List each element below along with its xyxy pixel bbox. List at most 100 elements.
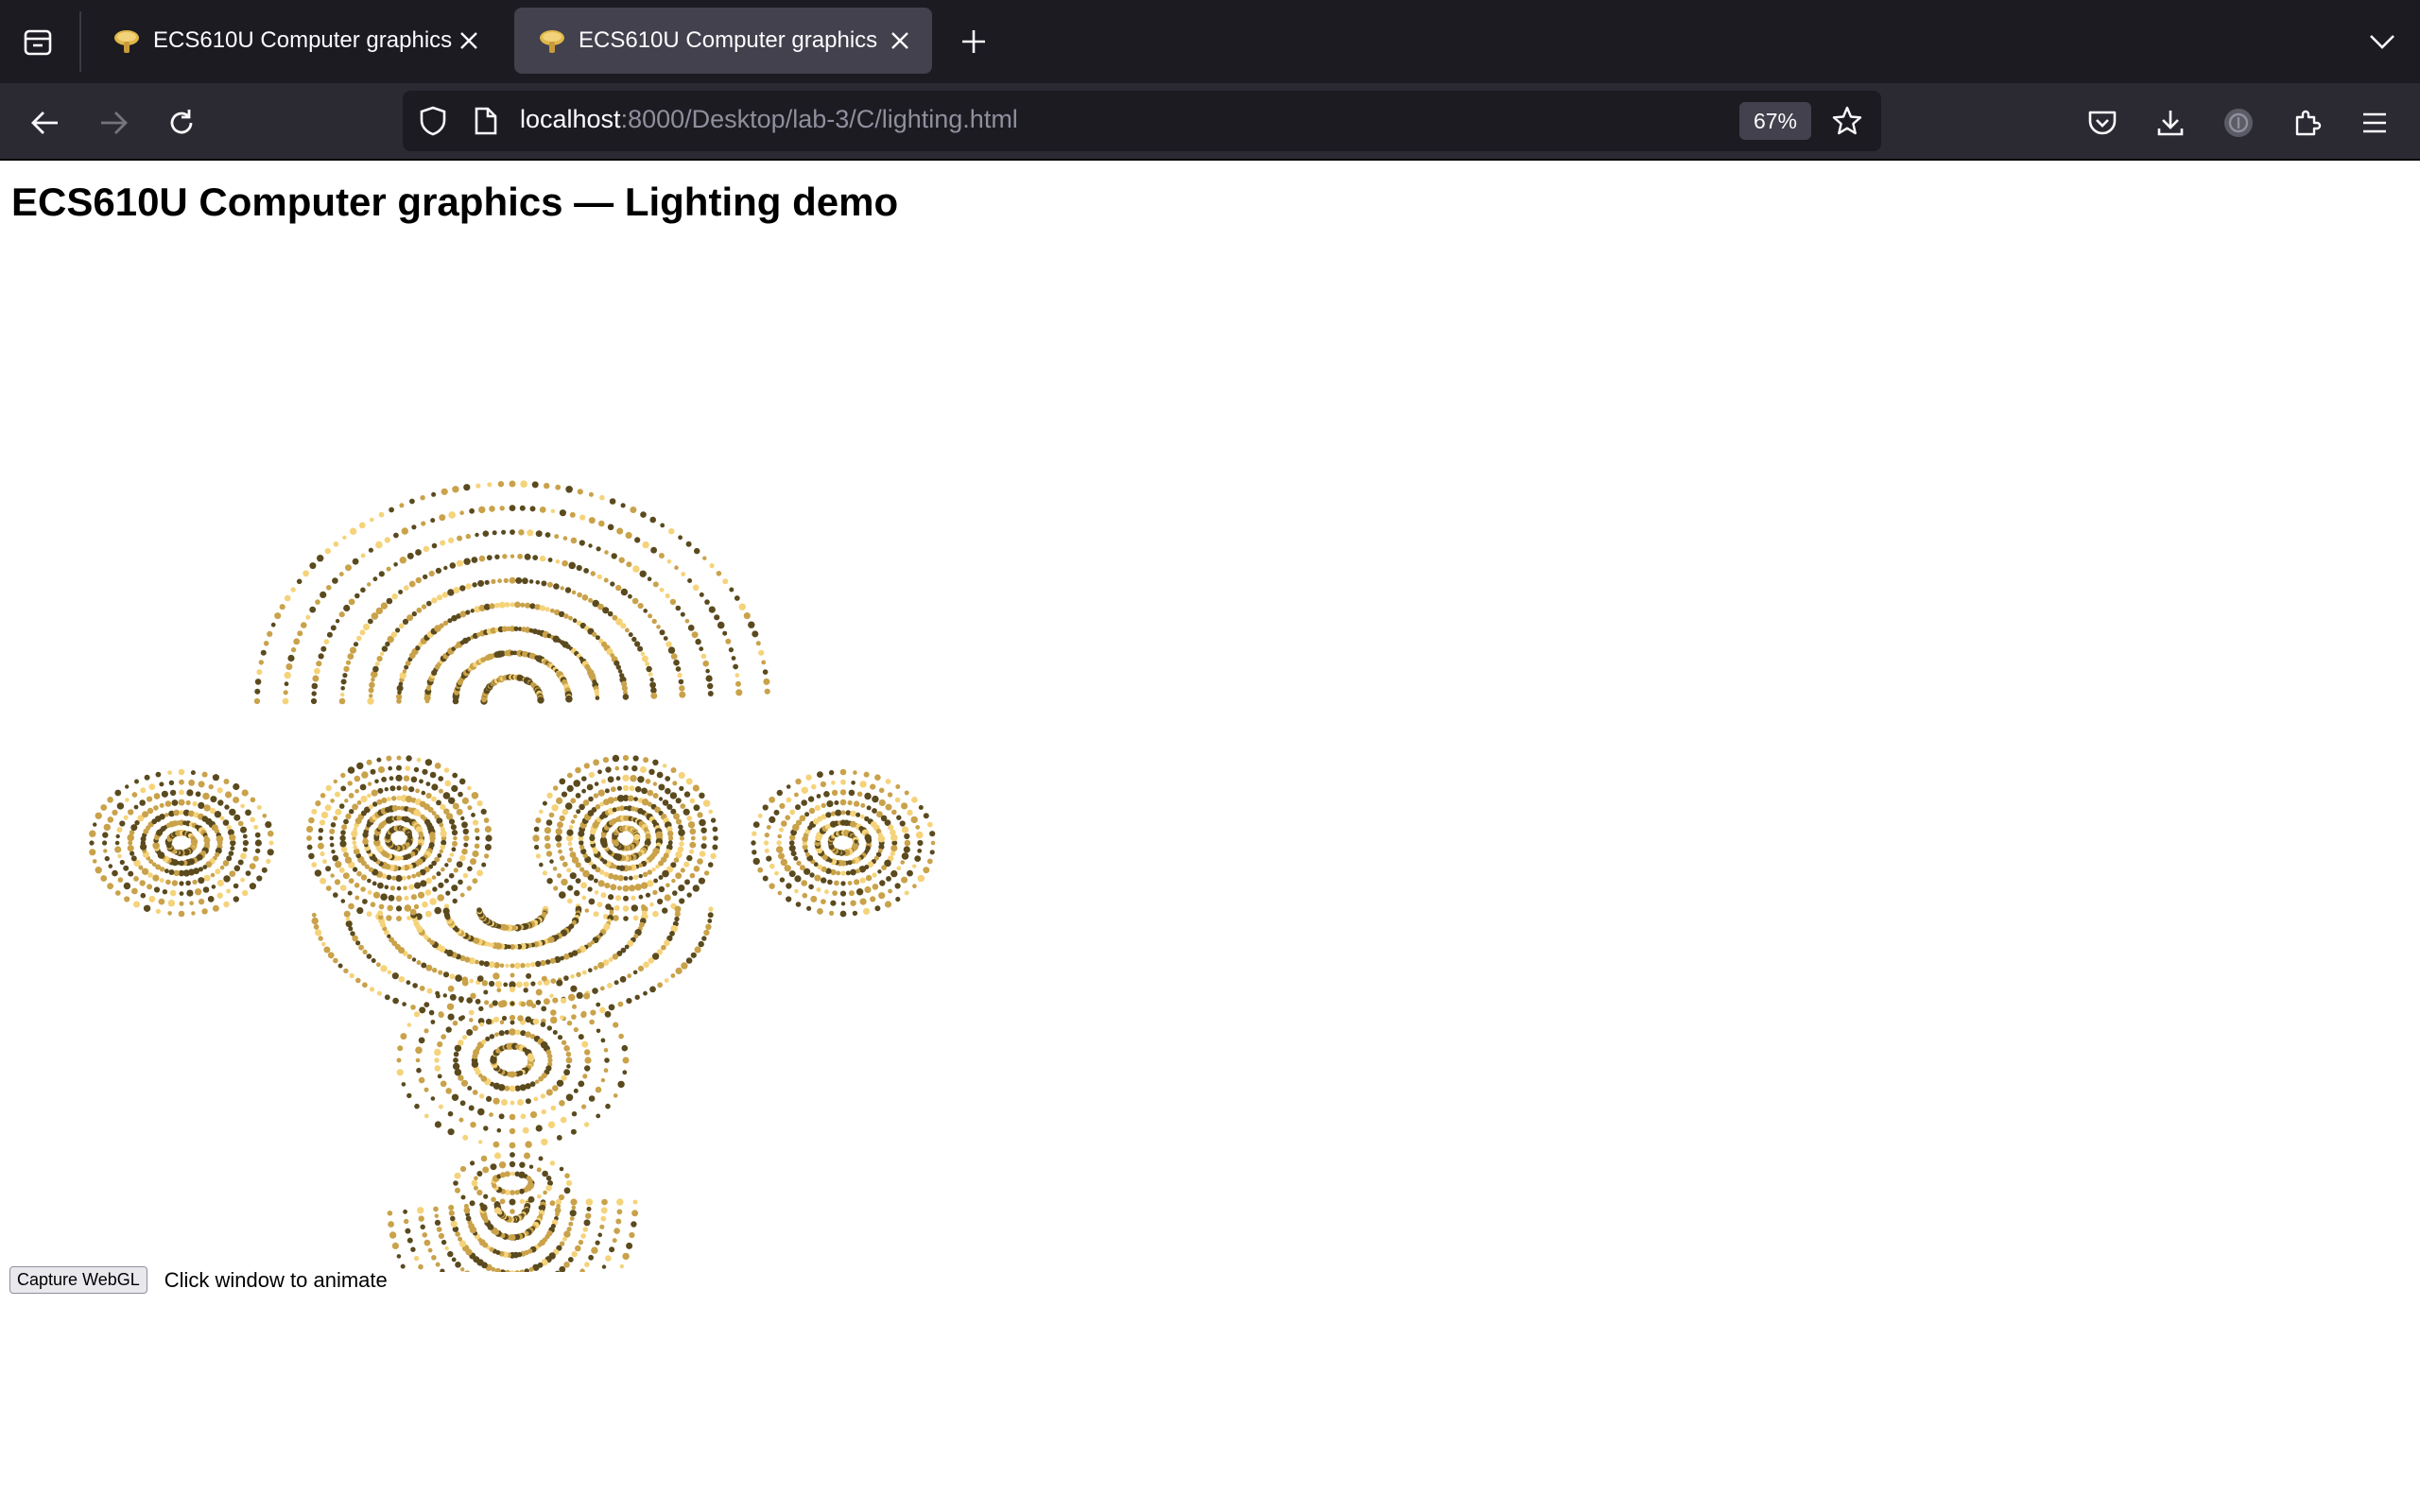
model-point <box>501 1099 508 1106</box>
tab-active[interactable]: ECS610U Computer graphics <box>514 8 932 74</box>
model-point <box>252 855 259 862</box>
reload-button[interactable] <box>159 100 204 146</box>
model-point <box>216 787 223 794</box>
close-tab-icon[interactable] <box>885 26 915 56</box>
close-tab-icon[interactable] <box>454 26 484 56</box>
model-point <box>517 553 523 559</box>
model-point <box>314 869 322 877</box>
model-point <box>757 813 763 818</box>
page-icon[interactable] <box>469 104 503 138</box>
model-point <box>850 868 856 876</box>
model-point <box>678 535 683 541</box>
model-point <box>514 962 521 970</box>
model-point <box>320 793 326 799</box>
model-point <box>114 840 120 846</box>
shield-icon[interactable] <box>416 104 450 138</box>
url-text[interactable]: localhost:8000/Desktop/lab-3/C/lighting.… <box>520 105 1018 134</box>
model-point <box>311 912 317 918</box>
model-point <box>821 802 826 809</box>
model-point <box>396 1254 402 1259</box>
model-point <box>496 988 502 993</box>
model-point <box>389 507 394 513</box>
model-point <box>429 832 436 838</box>
downloads-button[interactable] <box>2148 100 2193 146</box>
new-tab-button[interactable] <box>953 21 994 62</box>
model-point <box>95 812 102 819</box>
back-button[interactable] <box>23 100 68 146</box>
model-point <box>456 808 463 816</box>
model-point <box>514 1190 520 1195</box>
model-point <box>367 582 372 587</box>
model-point <box>573 780 580 787</box>
pocket-button[interactable] <box>2080 100 2125 146</box>
model-point <box>489 1034 495 1040</box>
model-point <box>829 910 835 917</box>
list-all-tabs-button[interactable] <box>2360 21 2405 62</box>
model-point <box>622 885 630 892</box>
model-point <box>659 587 665 593</box>
url-bar[interactable]: localhost:8000/Desktop/lab-3/C/lighting.… <box>403 91 1881 151</box>
model-point <box>233 797 240 803</box>
model-point <box>321 941 326 947</box>
capture-webgl-button[interactable]: Capture WebGL <box>9 1266 147 1294</box>
model-point <box>851 781 856 785</box>
app-menu-button[interactable] <box>2352 100 2397 146</box>
model-point <box>410 776 418 783</box>
model-point <box>489 1112 493 1117</box>
model-point <box>434 1213 439 1218</box>
model-point <box>406 980 411 986</box>
model-point <box>523 988 528 993</box>
model-point <box>686 854 693 862</box>
model-point <box>588 597 594 603</box>
model-point <box>359 783 367 791</box>
animate-hint: Click window to animate <box>164 1267 388 1292</box>
model-point <box>657 982 663 988</box>
firefox-view-button[interactable] <box>15 21 60 64</box>
model-point <box>474 1176 478 1181</box>
model-point <box>333 779 337 784</box>
model-point <box>552 1030 558 1035</box>
model-point <box>609 1246 615 1253</box>
model-point <box>320 645 327 652</box>
model-point <box>704 599 710 605</box>
model-point <box>607 797 614 804</box>
model-point <box>595 696 600 700</box>
model-point <box>305 614 311 620</box>
model-point <box>850 810 856 817</box>
model-point <box>489 980 495 988</box>
model-point <box>530 1003 537 1008</box>
webgl-canvas[interactable] <box>11 304 979 1272</box>
model-point <box>566 1064 571 1069</box>
model-point <box>332 854 339 862</box>
model-point <box>519 1269 525 1272</box>
tab-inactive[interactable]: ECS610U Computer graphics <box>89 8 501 74</box>
zoom-indicator[interactable]: 67% <box>1739 102 1811 140</box>
model-point <box>572 1004 577 1009</box>
model-point <box>476 869 483 877</box>
forward-button[interactable] <box>91 100 136 146</box>
model-point <box>853 800 860 807</box>
model-point <box>917 849 923 853</box>
model-point <box>816 887 821 892</box>
model-point <box>627 973 632 979</box>
extensions-button[interactable] <box>2284 100 2329 146</box>
model-point <box>451 885 458 892</box>
model-point <box>366 911 372 918</box>
model-point <box>463 834 470 842</box>
model-point <box>410 1005 416 1010</box>
model-point <box>481 980 489 987</box>
model-point <box>311 808 318 815</box>
model-point <box>254 688 261 695</box>
account-button[interactable] <box>2216 100 2261 146</box>
model-point <box>689 828 697 835</box>
model-point <box>333 957 338 964</box>
model-point <box>912 884 917 888</box>
model-point <box>617 1001 624 1007</box>
model-point <box>340 830 346 835</box>
model-point <box>563 1045 570 1052</box>
model-point <box>325 866 332 872</box>
model-point <box>377 882 384 889</box>
model-point <box>525 1141 532 1148</box>
model-point <box>553 885 559 891</box>
bookmark-star-icon[interactable] <box>1828 102 1866 140</box>
